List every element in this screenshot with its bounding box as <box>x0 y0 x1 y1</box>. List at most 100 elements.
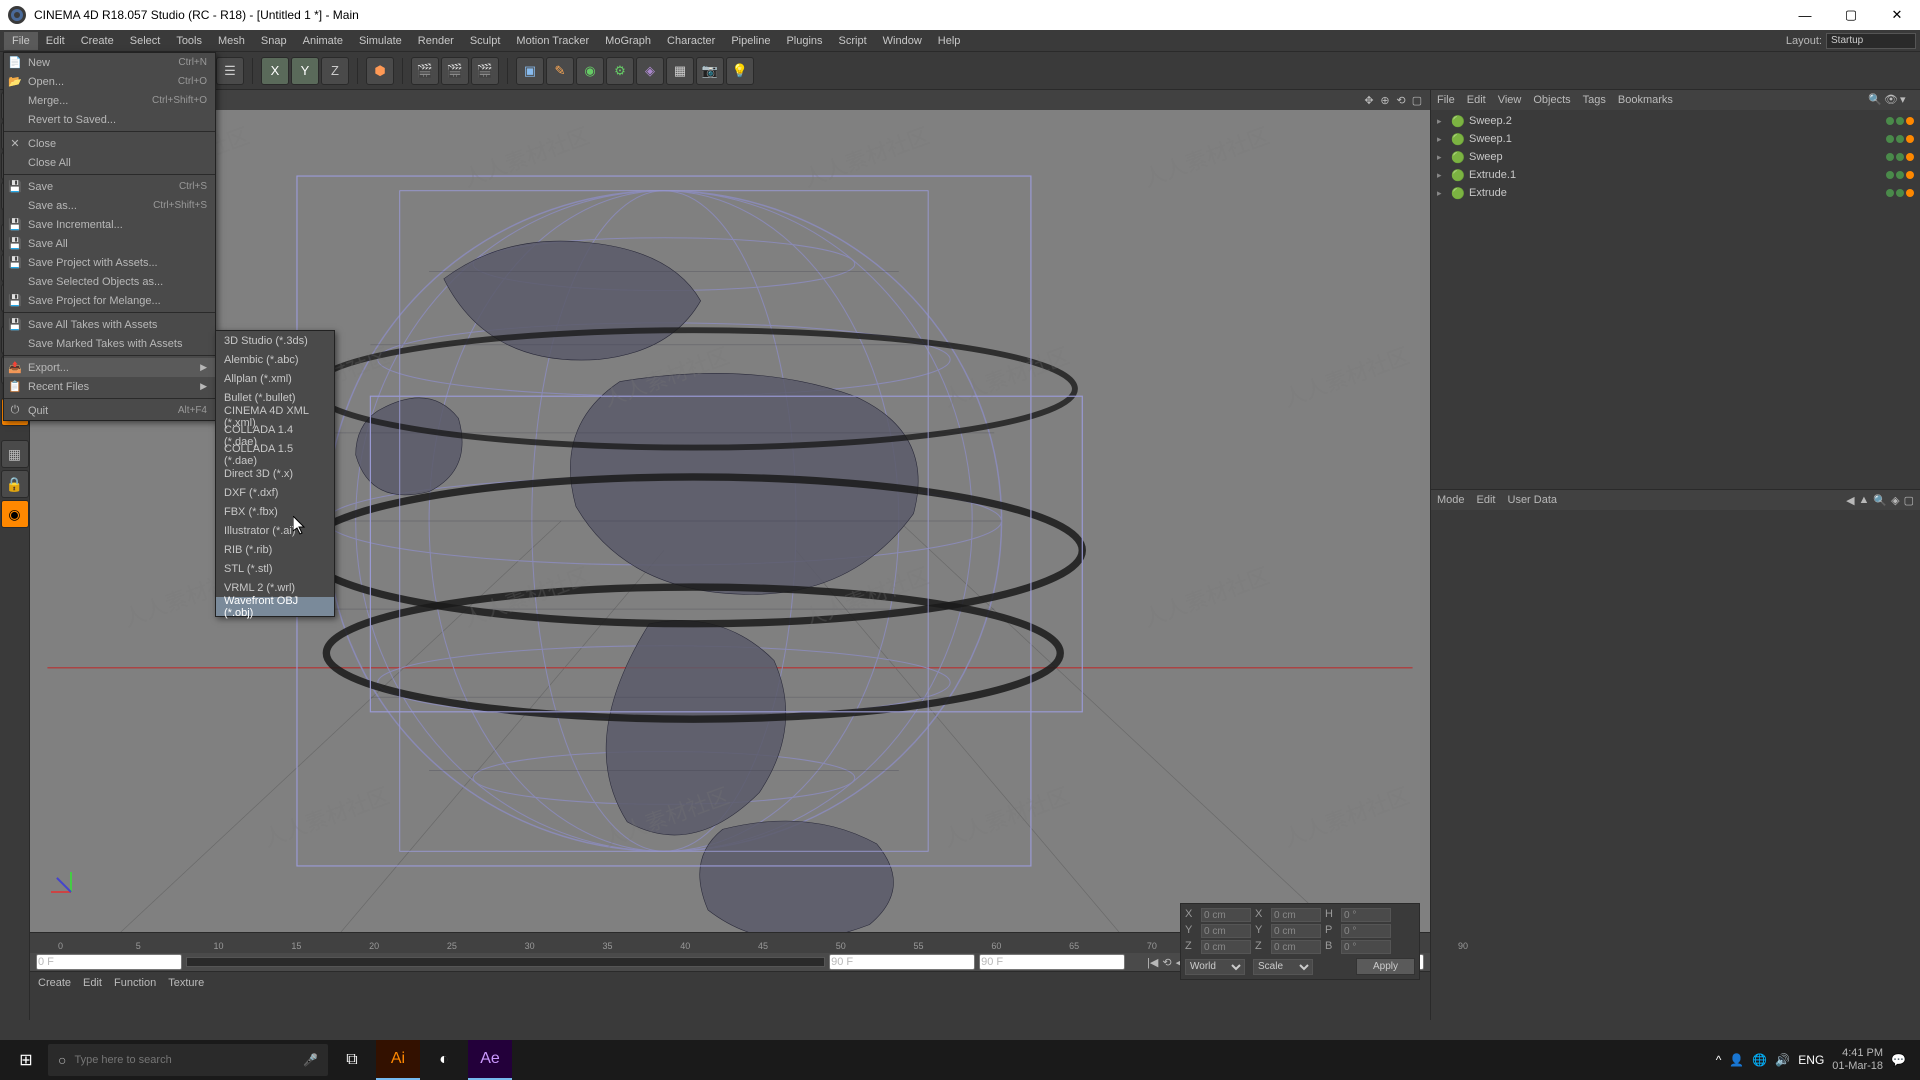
object-tag-icon[interactable] <box>1906 117 1914 125</box>
menu-help[interactable]: Help <box>930 32 969 50</box>
rot-p-field[interactable] <box>1341 924 1391 938</box>
light-button[interactable]: 💡 <box>726 57 754 85</box>
attr-up-icon[interactable]: ▲ <box>1859 494 1870 507</box>
attr-back-icon[interactable]: ◀ <box>1846 494 1854 507</box>
pos-y-field[interactable] <box>1201 924 1251 938</box>
object-row[interactable]: ▸ 🟢 Sweep.2 <box>1433 112 1918 130</box>
file-menu-item[interactable]: ⏻QuitAlt+F4 <box>4 401 215 420</box>
layout-selector[interactable] <box>1826 33 1916 49</box>
attrmenu-mode[interactable]: Mode <box>1437 494 1465 506</box>
file-menu-item[interactable]: 💾Save All Takes with Assets <box>4 315 215 334</box>
viewport-move-icon[interactable]: ✥ <box>1362 93 1376 107</box>
objmenu-file[interactable]: File <box>1437 94 1455 106</box>
workplane-mode[interactable]: ▦ <box>1 440 29 468</box>
export-menu-item[interactable]: Direct 3D (*.x) <box>216 464 334 483</box>
size-y-field[interactable] <box>1271 924 1321 938</box>
size-z-field[interactable] <box>1271 940 1321 954</box>
file-menu-item[interactable]: 💾Save All <box>4 234 215 253</box>
deformer-button[interactable]: ◈ <box>636 57 664 85</box>
export-menu-item[interactable]: RIB (*.rib) <box>216 540 334 559</box>
expand-icon[interactable]: ▸ <box>1437 116 1447 127</box>
file-menu-item[interactable]: 📂Open...Ctrl+O <box>4 72 215 91</box>
attrmenu-edit[interactable]: Edit <box>1477 494 1496 506</box>
menu-motiontracker[interactable]: Motion Tracker <box>508 32 597 50</box>
object-tag-icon[interactable] <box>1906 153 1914 161</box>
recent-tool[interactable]: ☰ <box>216 57 244 85</box>
timeline-start-field[interactable] <box>36 954 182 970</box>
object-row[interactable]: ▸ 🟢 Extrude.1 <box>1433 166 1918 184</box>
export-menu-item[interactable]: DXF (*.dxf) <box>216 483 334 502</box>
menu-edit[interactable]: Edit <box>38 32 73 50</box>
tray-chevron-icon[interactable]: ^ <box>1716 1053 1722 1067</box>
object-tag-icon[interactable] <box>1906 189 1914 197</box>
size-x-field[interactable] <box>1271 908 1321 922</box>
menu-tools[interactable]: Tools <box>168 32 210 50</box>
export-menu-item[interactable]: Wavefront OBJ (*.obj) <box>216 597 334 616</box>
filter-icon[interactable]: ▾ <box>1900 93 1914 107</box>
tray-network-icon[interactable]: 🌐 <box>1752 1053 1767 1067</box>
file-menu-item[interactable]: Revert to Saved... <box>4 110 215 129</box>
attr-lock-icon[interactable]: ◈ <box>1891 494 1899 507</box>
file-menu-item[interactable]: 📄NewCtrl+N <box>4 53 215 72</box>
menu-simulate[interactable]: Simulate <box>351 32 410 50</box>
start-button[interactable]: ⊞ <box>6 1040 46 1080</box>
render-settings-button[interactable]: 🎬 <box>471 57 499 85</box>
camera-button[interactable]: 📷 <box>696 57 724 85</box>
viewport-maximize-icon[interactable]: ▢ <box>1410 93 1424 107</box>
viewport-zoom-icon[interactable]: ⊕ <box>1378 93 1392 107</box>
menu-animate[interactable]: Animate <box>295 32 351 50</box>
file-menu-item[interactable]: 💾Save Project for Melange... <box>4 291 215 310</box>
lock-workplane[interactable]: 🔒 <box>1 470 29 498</box>
object-name[interactable]: Extrude.1 <box>1469 169 1882 181</box>
menu-select[interactable]: Select <box>122 32 169 50</box>
attr-search-icon[interactable]: 🔍 <box>1873 494 1887 507</box>
objmenu-bookmarks[interactable]: Bookmarks <box>1618 94 1673 106</box>
object-tag-icon[interactable] <box>1906 135 1914 143</box>
environment-button[interactable]: ▦ <box>666 57 694 85</box>
objmenu-edit[interactable]: Edit <box>1467 94 1486 106</box>
material-function[interactable]: Function <box>114 977 156 989</box>
task-view-button[interactable]: ⧉ <box>330 1040 374 1080</box>
material-edit[interactable]: Edit <box>83 977 102 989</box>
file-menu-item[interactable]: 💾SaveCtrl+S <box>4 177 215 196</box>
menu-sculpt[interactable]: Sculpt <box>462 32 509 50</box>
planar-snap-button[interactable]: ◉ <box>1 500 29 528</box>
mic-icon[interactable]: 🎤 <box>303 1053 318 1067</box>
nurbs-button[interactable]: ◉ <box>576 57 604 85</box>
object-row[interactable]: ▸ 🟢 Extrude <box>1433 184 1918 202</box>
objmenu-objects[interactable]: Objects <box>1533 94 1570 106</box>
object-name[interactable]: Sweep.2 <box>1469 115 1882 127</box>
objmenu-tags[interactable]: Tags <box>1583 94 1606 106</box>
file-menu-item[interactable]: Save as...Ctrl+Shift+S <box>4 196 215 215</box>
cube-primitive[interactable]: ▣ <box>516 57 544 85</box>
taskbar-app-browser[interactable]: ◐ <box>422 1040 466 1080</box>
menu-file[interactable]: File <box>4 32 38 50</box>
material-texture[interactable]: Texture <box>168 977 204 989</box>
search-input[interactable] <box>74 1054 295 1066</box>
maximize-button[interactable]: ▢ <box>1828 0 1874 30</box>
close-button[interactable]: ✕ <box>1874 0 1920 30</box>
menu-snap[interactable]: Snap <box>253 32 295 50</box>
expand-icon[interactable]: ▸ <box>1437 152 1447 163</box>
coord-apply-button[interactable]: Apply <box>1356 958 1415 975</box>
x-axis-toggle[interactable]: X <box>261 57 289 85</box>
object-name[interactable]: Extrude <box>1469 187 1882 199</box>
pos-z-field[interactable] <box>1201 940 1251 954</box>
tray-clock[interactable]: 4:41 PM 01-Mar-18 <box>1832 1047 1883 1073</box>
file-menu-item[interactable]: 📤Export...▶ <box>4 358 215 377</box>
taskbar-app-ai[interactable]: Ai <box>376 1040 420 1080</box>
export-menu-item[interactable]: Allplan (*.xml) <box>216 369 334 388</box>
generator-button[interactable]: ⚙ <box>606 57 634 85</box>
coord-world-select[interactable]: World <box>1185 959 1245 975</box>
eye-icon[interactable]: 👁 <box>1884 93 1898 107</box>
menu-render[interactable]: Render <box>410 32 462 50</box>
object-tag-icon[interactable] <box>1906 171 1914 179</box>
timeline-mid-field[interactable] <box>829 954 975 970</box>
prev-key-button[interactable]: ⟲ <box>1162 956 1171 969</box>
object-name[interactable]: Sweep <box>1469 151 1882 163</box>
taskbar-app-ae[interactable]: Ae <box>468 1040 512 1080</box>
timeline-track[interactable] <box>186 957 825 967</box>
file-menu-item[interactable]: Close All <box>4 153 215 172</box>
export-menu-item[interactable]: STL (*.stl) <box>216 559 334 578</box>
rot-b-field[interactable] <box>1341 940 1391 954</box>
